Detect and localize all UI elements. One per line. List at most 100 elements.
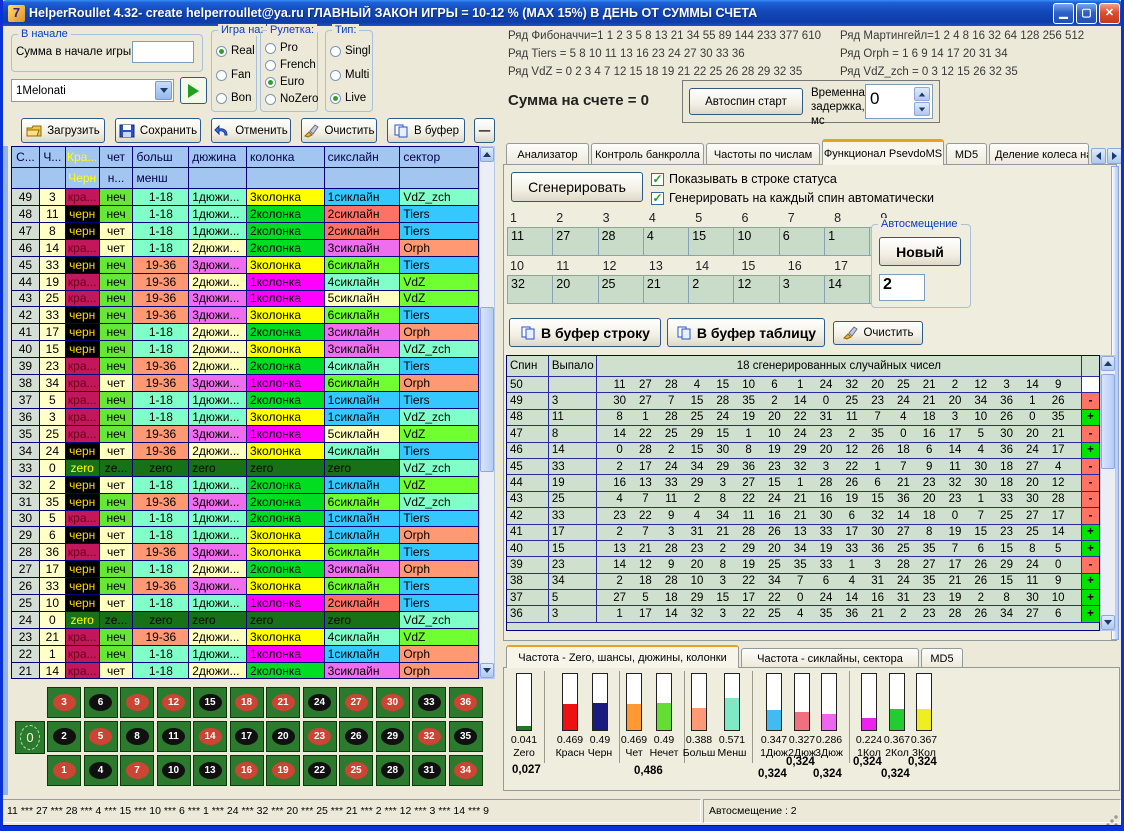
column-header[interactable]	[400, 168, 478, 189]
board-cell[interactable]: 19	[266, 755, 300, 786]
tabs-scroll-right-icon[interactable]	[1107, 148, 1122, 164]
radio-nozero[interactable]: NoZero	[265, 93, 318, 105]
column-header[interactable]	[40, 168, 66, 189]
table-row[interactable]: 47814222529151102423235016175302021-	[507, 426, 1099, 442]
chevron-down-icon[interactable]	[155, 81, 172, 100]
table-row[interactable]: 4015черннеч1-182дюжи...3колонка3сиклайнV…	[12, 341, 478, 358]
board-cell[interactable]: 18	[230, 687, 264, 718]
history-table[interactable]: С...Ч...Кра...четбольшдюжинаколонкасиксл…	[11, 146, 479, 679]
tab-frequencies[interactable]: Частоты по числам	[706, 143, 820, 165]
column-header[interactable]: Кра...	[66, 147, 100, 168]
tab-psevdoms[interactable]: Функционал PsevdoMS	[822, 139, 944, 165]
column-header[interactable]: сектор	[400, 147, 478, 168]
board-cell[interactable]: 25	[339, 755, 373, 786]
radio-pro[interactable]: Pro	[265, 42, 298, 54]
freq-tab-sixlines[interactable]: Частота - сиклайны, сектора	[741, 648, 919, 668]
collapse-button[interactable]: —	[474, 118, 495, 143]
board-cell[interactable]: 20	[266, 721, 300, 752]
board-cell[interactable]: 3	[47, 687, 81, 718]
buffer-table-button[interactable]: В буфер таблицу	[667, 318, 825, 347]
column-header[interactable]: Черн	[66, 168, 100, 189]
table-row[interactable]: 37527518291517220241416312319283010+	[507, 590, 1099, 606]
generate-button[interactable]: Сгенерировать	[511, 172, 643, 202]
column-header[interactable]: Спин	[507, 356, 549, 376]
table-row[interactable]: 3834кра...чет19-363дюжи...1колонка6сикла…	[12, 375, 478, 392]
column-header[interactable]: менш	[133, 168, 189, 189]
column-header[interactable]: н...	[100, 168, 134, 189]
table-row[interactable]: 2836кра...чет19-363дюжи...3колонка6сикла…	[12, 544, 478, 561]
column-header[interactable]: больш	[133, 147, 189, 168]
table-row[interactable]: 4419161333293271512826621233230182012-	[507, 475, 1099, 491]
load-button[interactable]: Загрузить	[21, 118, 105, 143]
board-cell[interactable]: 36	[449, 687, 483, 718]
board-cell[interactable]: 15	[193, 687, 227, 718]
scroll-down-icon[interactable]	[480, 663, 494, 678]
table-row[interactable]: 49330277152835214025232421203436126-	[507, 393, 1099, 409]
tab-analyzer[interactable]: Анализатор	[506, 143, 589, 165]
scroll-up-icon[interactable]	[480, 147, 494, 162]
minimize-button[interactable]: ▁	[1053, 3, 1074, 24]
start-button[interactable]	[180, 77, 207, 104]
board-cell[interactable]: 24	[303, 687, 337, 718]
table-row[interactable]: 4419кра...неч19-362дюжи...1колонка4сикла…	[12, 274, 478, 291]
board-cell[interactable]: 32	[412, 721, 446, 752]
board-cell[interactable]: 23	[303, 721, 337, 752]
undo-button[interactable]: Отменить	[211, 118, 291, 143]
radio-multi[interactable]: Multi	[330, 69, 369, 81]
clear-button[interactable]: Очистить	[301, 118, 377, 143]
board-cell[interactable]: 2	[47, 721, 81, 752]
column-header[interactable]	[189, 168, 247, 189]
board-cell[interactable]: 26	[339, 721, 373, 752]
column-header[interactable]	[247, 168, 325, 189]
save-button[interactable]: Сохранить	[115, 118, 201, 143]
table-row[interactable]: 322чернчет1-181дюжи...2колонка1сиклайнVd…	[12, 477, 478, 494]
board-cell[interactable]: 1	[47, 755, 81, 786]
table-row[interactable]: 493кра...неч1-181дюжи...3колонка1сиклайн…	[12, 189, 478, 206]
table-row[interactable]: 375кра...неч1-181дюжи...2колонка1сиклайн…	[12, 392, 478, 409]
scrollbar-thumb[interactable]	[480, 307, 494, 472]
start-sum-input[interactable]	[132, 41, 194, 63]
board-cell[interactable]: 11	[157, 721, 191, 752]
board-cell[interactable]: 13	[193, 755, 227, 786]
roulette-board[interactable]: 0369121518212427303336258111417202326293…	[11, 682, 495, 793]
board-cell[interactable]: 14	[193, 721, 227, 752]
board-cell[interactable]: 29	[376, 721, 410, 752]
board-cell[interactable]: 27	[339, 687, 373, 718]
table-row[interactable]: 221кра...неч1-181дюжи...1колонка1сиклайн…	[12, 646, 478, 663]
board-cell-zero[interactable]: 0	[15, 721, 45, 754]
column-header[interactable]	[325, 168, 401, 189]
column-header[interactable]: сикслайн	[325, 147, 401, 168]
table-row[interactable]: 4533217243429362332322179113018274-	[507, 459, 1099, 475]
table-row[interactable]: 411727331212826133317302781915232514+	[507, 525, 1099, 541]
generated-table-scrollbar[interactable]	[1100, 355, 1116, 631]
column-header[interactable]: колонка	[247, 147, 325, 168]
table-row[interactable]: 2510чернчет1-181дюжи...1колонка2сиклайнT…	[12, 595, 478, 612]
title-bar[interactable]: 7 HelperRoullet 4.32- create helperroull…	[0, 0, 1124, 26]
table-row[interactable]: 40151321282322920341933362535761585+	[507, 541, 1099, 557]
board-cell[interactable]: 22	[303, 755, 337, 786]
board-cell[interactable]: 7	[120, 755, 154, 786]
board-cell[interactable]: 33	[412, 687, 446, 718]
scroll-down-icon[interactable]	[1101, 615, 1115, 630]
column-header[interactable]	[12, 168, 40, 189]
checkbox-autogenerate[interactable]: ✓ Генерировать на каждый спин автоматиче…	[651, 191, 934, 205]
radio-live[interactable]: Live	[330, 92, 366, 104]
checkbox-show-status[interactable]: ✓ Показывать в строке статуса	[651, 172, 837, 186]
board-cell[interactable]: 28	[376, 755, 410, 786]
table-row[interactable]: 3631171432322254353621223282634276+	[507, 606, 1099, 622]
freq-tab-md5[interactable]: MD5	[921, 648, 963, 668]
generated-numbers-table[interactable]: СпинВыпало18 сгенерированных случайных ч…	[506, 355, 1100, 631]
table-row[interactable]: 50112728415106124322025212123149	[507, 377, 1099, 393]
table-row[interactable]: 46140282153081929201226186144362417+	[507, 443, 1099, 459]
new-shift-button[interactable]: Новый	[879, 237, 961, 266]
board-cell[interactable]: 8	[120, 721, 154, 752]
table-row[interactable]: 330zeroze...zerozerozerozeroVdZ_zch	[12, 460, 478, 477]
column-header[interactable]: дюжина	[189, 147, 247, 168]
tabs-scroll-left-icon[interactable]	[1091, 148, 1106, 164]
column-header[interactable]: С...	[12, 147, 40, 168]
table-row[interactable]: 3135черннеч19-363дюжи...2колонка6сиклайн…	[12, 494, 478, 511]
delay-spinner[interactable]: 0	[865, 84, 933, 119]
radio-french[interactable]: French	[265, 59, 316, 71]
tab-bankroll[interactable]: Контроль банкролла	[591, 143, 704, 165]
scrollbar-thumb[interactable]	[1101, 374, 1115, 469]
